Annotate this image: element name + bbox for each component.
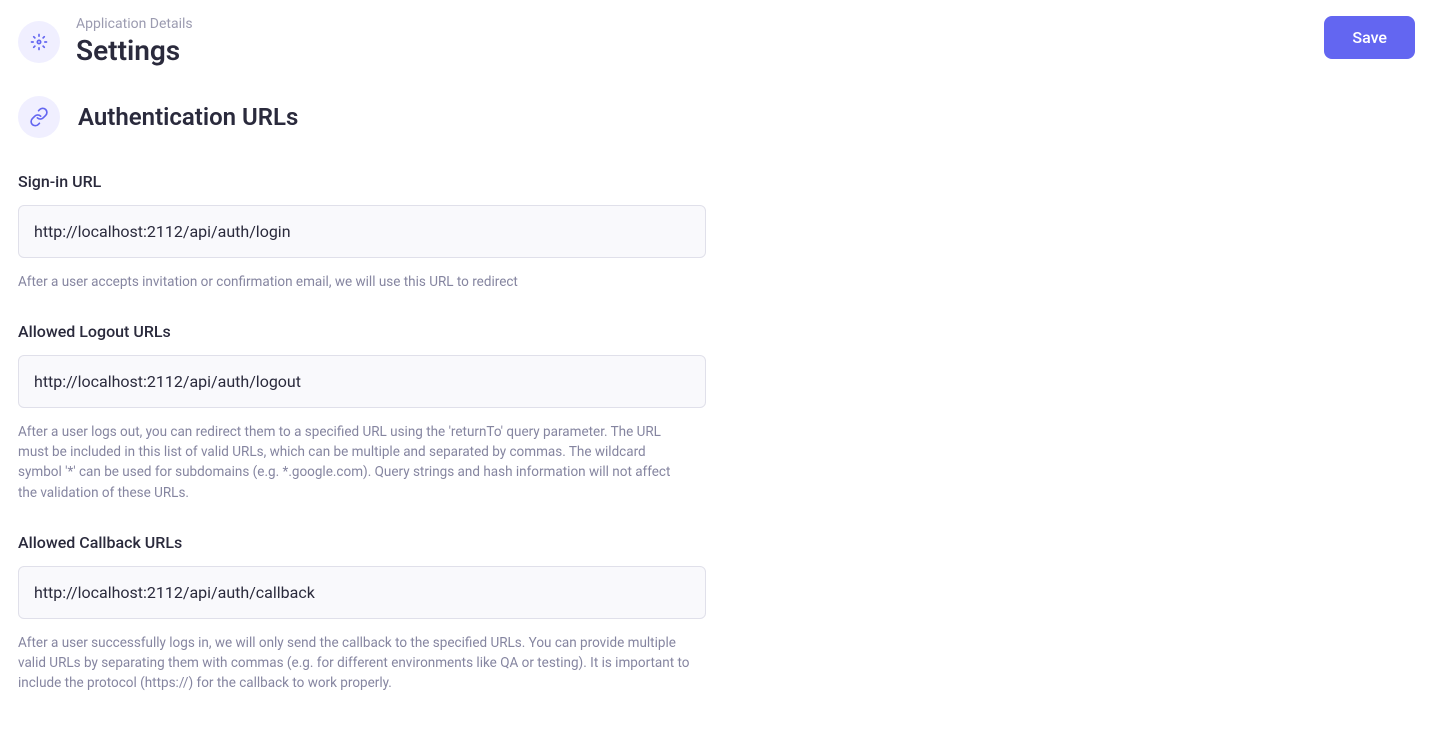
signin-url-help: After a user accepts invitation or confi… <box>18 272 690 292</box>
callback-urls-input[interactable] <box>18 566 706 619</box>
header-left: Application Details Settings <box>18 16 193 68</box>
page-title: Settings <box>76 34 193 68</box>
page-header: Application Details Settings Save <box>18 16 1415 68</box>
logout-urls-input[interactable] <box>18 355 706 408</box>
save-button[interactable]: Save <box>1324 16 1415 59</box>
callback-urls-group: Allowed Callback URLs After a user succe… <box>18 533 718 694</box>
signin-url-input[interactable] <box>18 205 706 258</box>
link-icon <box>18 96 60 138</box>
logout-urls-label: Allowed Logout URLs <box>18 322 718 341</box>
logout-urls-help: After a user logs out, you can redirect … <box>18 422 690 503</box>
breadcrumb: Application Details <box>76 16 193 32</box>
header-titles: Application Details Settings <box>76 16 193 68</box>
signin-url-group: Sign-in URL After a user accepts invitat… <box>18 172 718 292</box>
logout-urls-group: Allowed Logout URLs After a user logs ou… <box>18 322 718 503</box>
callback-urls-help: After a user successfully logs in, we wi… <box>18 633 690 694</box>
callback-urls-label: Allowed Callback URLs <box>18 533 718 552</box>
section-title: Authentication URLs <box>78 103 298 131</box>
settings-icon <box>18 21 60 63</box>
section-header: Authentication URLs <box>18 96 1415 138</box>
signin-url-label: Sign-in URL <box>18 172 718 191</box>
